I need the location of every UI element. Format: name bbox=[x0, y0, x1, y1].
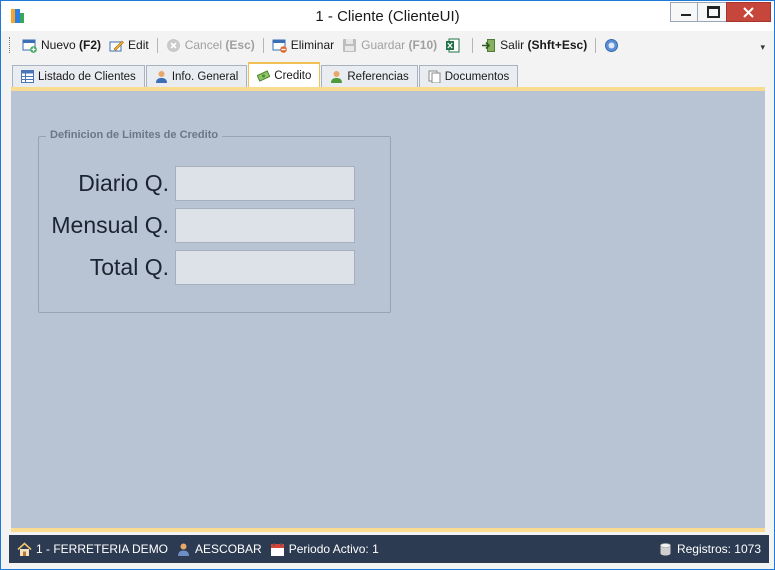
tab-documentos[interactable]: Documentos bbox=[418, 65, 519, 87]
export-excel-button[interactable] bbox=[441, 34, 468, 56]
help-icon bbox=[604, 38, 619, 53]
salir-label: Salir bbox=[500, 38, 525, 52]
main-window: 1 - Cliente (ClienteUI) Nuevo (F2) Edit bbox=[0, 0, 775, 570]
close-button[interactable] bbox=[726, 2, 771, 22]
status-user: AESCOBAR bbox=[176, 542, 262, 557]
total-input[interactable] bbox=[175, 250, 355, 285]
salir-shortcut: (Shft+Esc) bbox=[527, 38, 588, 52]
minimize-icon bbox=[681, 14, 691, 16]
tab-label: Referencias bbox=[347, 70, 409, 83]
user-green-icon bbox=[330, 70, 343, 83]
toolbar-grip[interactable] bbox=[9, 37, 13, 53]
cancel-button[interactable]: Cancel (Esc) bbox=[162, 34, 259, 56]
close-icon bbox=[743, 6, 754, 18]
salir-button[interactable]: Salir (Shft+Esc) bbox=[477, 34, 591, 56]
mensual-input[interactable] bbox=[175, 208, 355, 243]
guardar-button[interactable]: Guardar (F10) bbox=[338, 34, 441, 56]
mensual-row: Mensual Q. bbox=[39, 208, 390, 244]
toolbar-separator bbox=[472, 37, 474, 53]
toolbar-separator bbox=[595, 37, 597, 53]
user-icon bbox=[155, 70, 168, 83]
credito-panel: Definicion de Limites de Credito Diario … bbox=[11, 87, 765, 532]
toolbar-overflow-icon[interactable]: ▾ bbox=[760, 42, 765, 53]
eliminar-label: Eliminar bbox=[290, 38, 335, 52]
diario-input[interactable] bbox=[175, 166, 355, 201]
tab-credito[interactable]: Credito bbox=[248, 62, 321, 87]
status-period: Periodo Activo: 1 bbox=[270, 542, 379, 557]
diario-row: Diario Q. bbox=[39, 166, 390, 202]
tab-info-general[interactable]: Info. General bbox=[145, 65, 248, 87]
home-icon bbox=[17, 541, 32, 557]
help-button[interactable] bbox=[600, 34, 627, 56]
delete-record-icon bbox=[272, 38, 287, 53]
guardar-shortcut: (F10) bbox=[408, 38, 438, 52]
edit-button[interactable]: Edit bbox=[105, 34, 153, 56]
tab-label: Listado de Clientes bbox=[38, 70, 136, 83]
records-text: Registros: 1073 bbox=[676, 542, 761, 556]
credit-limits-group: Definicion de Limites de Credito Diario … bbox=[38, 129, 391, 313]
period-text: Periodo Activo: 1 bbox=[288, 542, 379, 556]
mensual-label: Mensual Q. bbox=[51, 212, 169, 238]
database-icon bbox=[658, 542, 673, 557]
excel-icon bbox=[445, 38, 460, 53]
nuevo-label: Nuevo bbox=[41, 38, 76, 52]
nuevo-shortcut: (F2) bbox=[79, 38, 102, 52]
toolbar-separator bbox=[156, 37, 158, 53]
tab-strip: Listado de Clientes Info. General Credit… bbox=[12, 62, 519, 87]
guardar-label: Guardar bbox=[361, 38, 406, 52]
toolbar-separator bbox=[262, 37, 264, 53]
exit-icon bbox=[481, 38, 496, 53]
eliminar-button[interactable]: Eliminar bbox=[268, 34, 338, 56]
user-text: AESCOBAR bbox=[195, 542, 262, 556]
calendar-icon bbox=[270, 542, 285, 557]
group-legend: Definicion de Limites de Credito bbox=[46, 129, 223, 141]
edit-icon bbox=[109, 38, 124, 53]
cancel-icon bbox=[166, 38, 181, 53]
tab-referencias[interactable]: Referencias bbox=[321, 65, 418, 87]
status-company: 1 - FERRETERIA DEMO bbox=[17, 541, 169, 557]
total-row: Total Q. bbox=[39, 250, 390, 286]
cancel-shortcut: (Esc) bbox=[225, 38, 255, 52]
save-icon bbox=[342, 38, 357, 53]
nuevo-button[interactable]: Nuevo (F2) bbox=[18, 34, 105, 56]
status-records: Registros: 1073 bbox=[658, 542, 761, 557]
toolbar: Nuevo (F2) Edit Cancel (Esc) Eliminar Gu… bbox=[9, 33, 769, 57]
edit-label: Edit bbox=[128, 38, 149, 52]
status-bar: 1 - FERRETERIA DEMO AESCOBAR Periodo Act… bbox=[9, 535, 769, 563]
title-bar[interactable]: 1 - Cliente (ClienteUI) bbox=[1, 1, 774, 31]
cancel-label: Cancel bbox=[184, 38, 223, 52]
window-title: 1 - Cliente (ClienteUI) bbox=[315, 8, 460, 25]
money-icon bbox=[256, 69, 271, 82]
tab-label: Credito bbox=[274, 69, 312, 82]
tab-listado-clientes[interactable]: Listado de Clientes bbox=[12, 65, 145, 87]
diario-label: Diario Q. bbox=[78, 170, 169, 196]
tab-label: Documentos bbox=[444, 70, 510, 83]
documents-icon bbox=[428, 70, 441, 84]
tab-label: Info. General bbox=[171, 70, 239, 83]
new-record-icon bbox=[22, 38, 37, 53]
total-label: Total Q. bbox=[89, 254, 169, 280]
table-icon bbox=[21, 70, 34, 83]
user-icon bbox=[176, 542, 191, 557]
company-text: 1 - FERRETERIA DEMO bbox=[36, 542, 169, 556]
maximize-button[interactable] bbox=[697, 2, 729, 22]
maximize-icon bbox=[706, 6, 720, 18]
